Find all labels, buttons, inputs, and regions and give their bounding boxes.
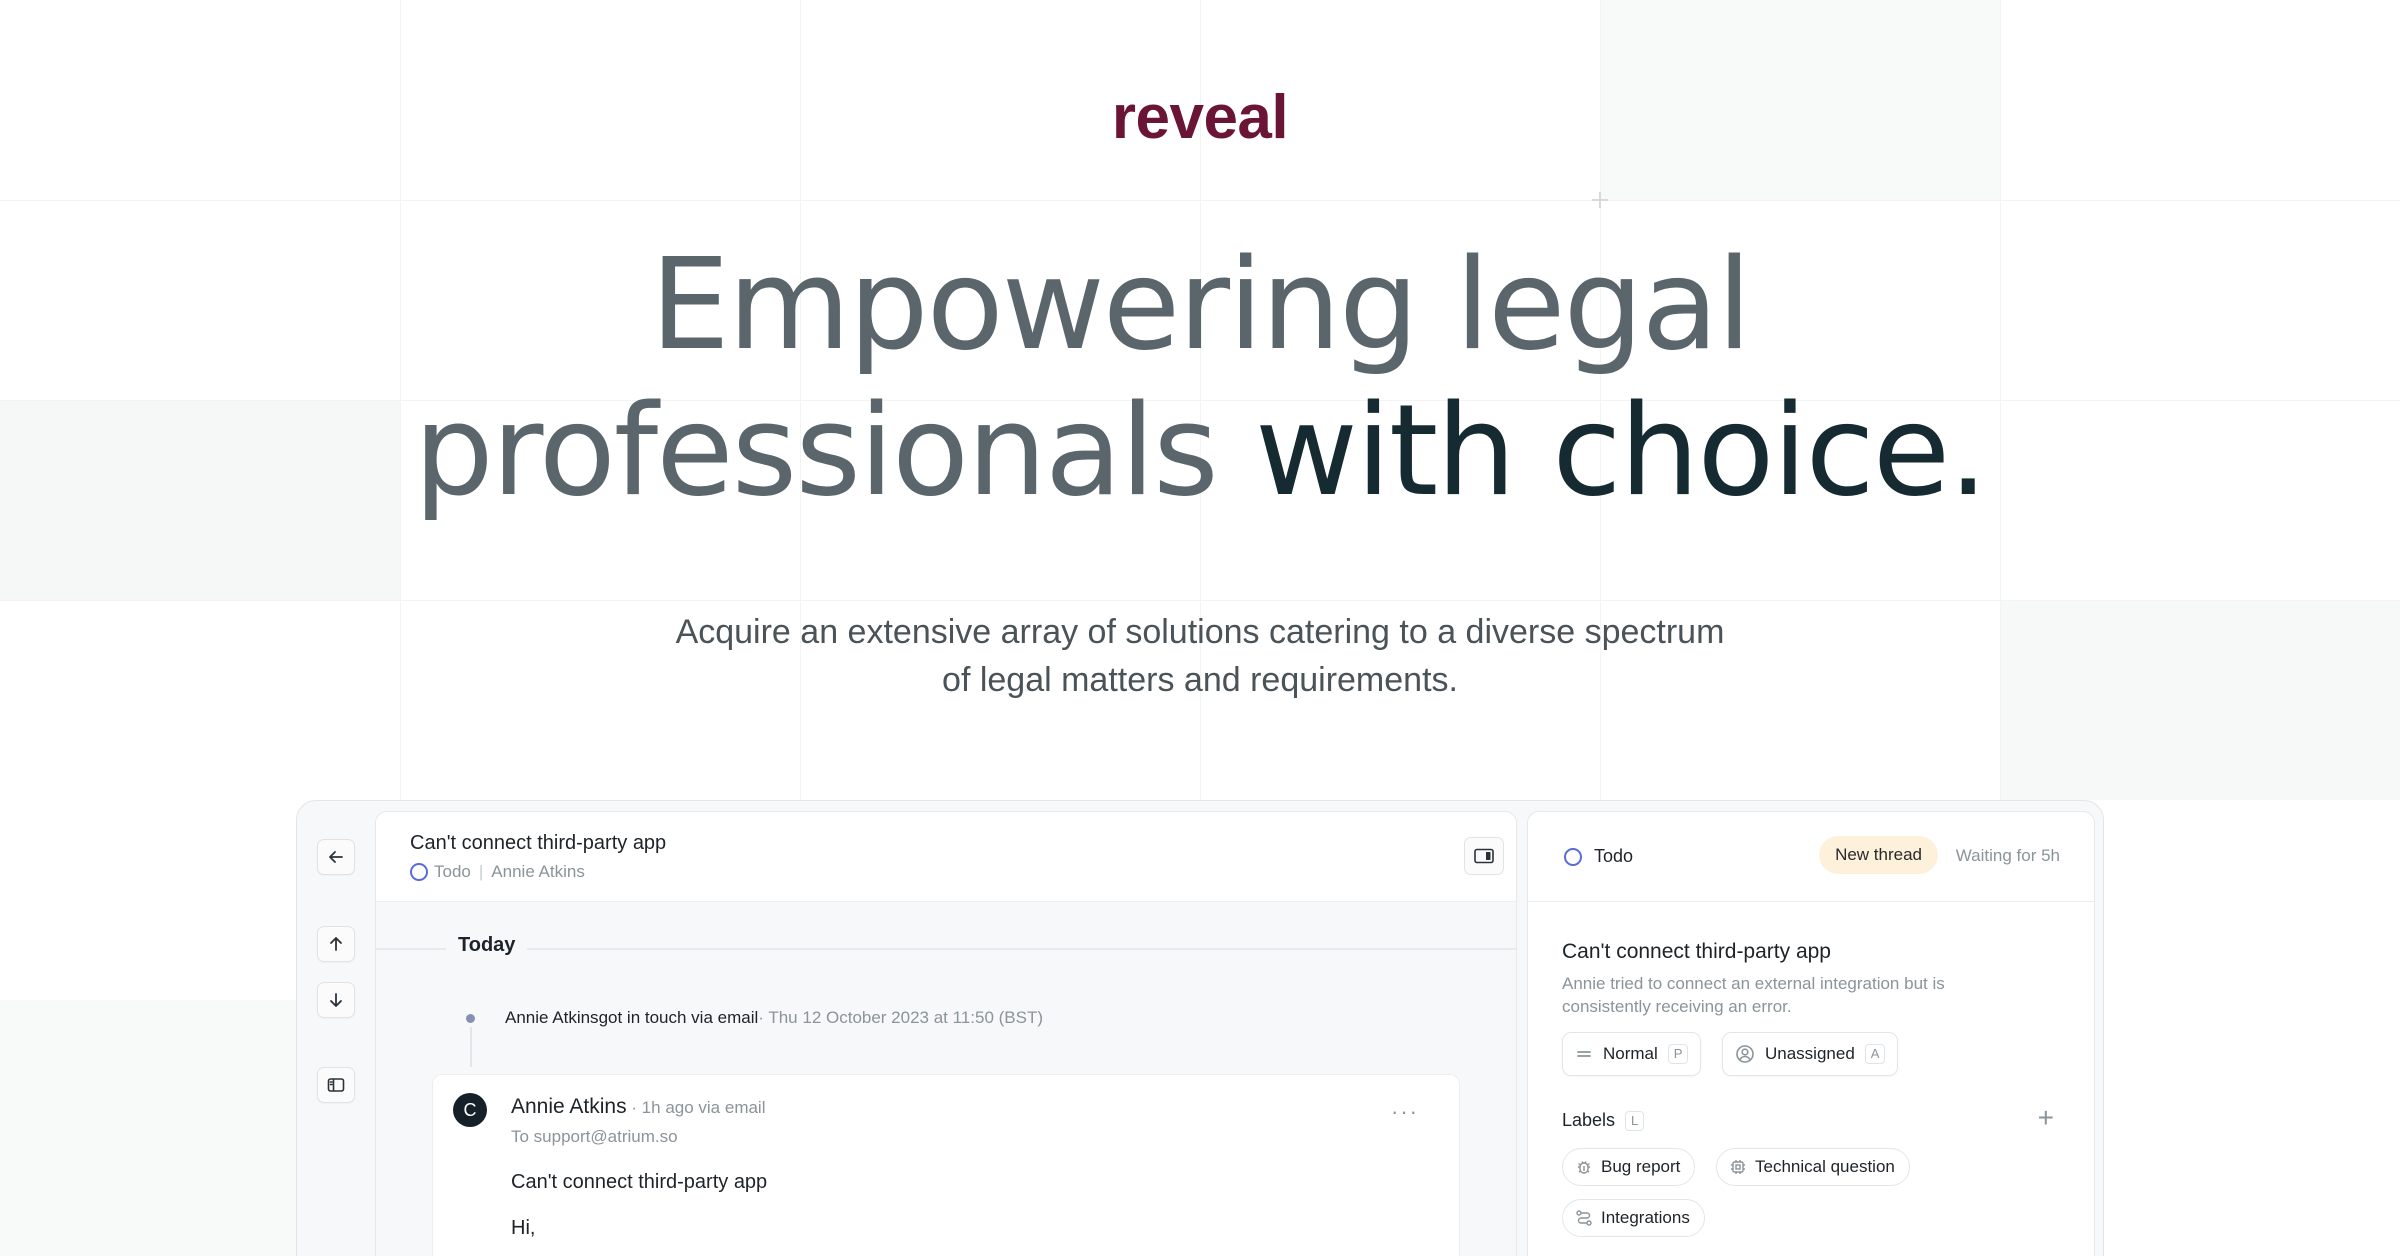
timeline-event: Annie Atkins got in touch via email · Th… [466, 1008, 1043, 1028]
priority-shortcut: P [1667, 1044, 1689, 1064]
headline-line-1: Empowering legal [650, 231, 1751, 378]
arrow-down-icon [330, 993, 342, 1007]
event-actor[interactable]: Annie Atkins [505, 1008, 599, 1028]
event-timestamp: · Thu 12 October 2023 at 11:50 (BST) [758, 1008, 1044, 1027]
message-sender: Annie Atkins · 1h ago via email [511, 1095, 765, 1119]
avatar: C [453, 1093, 487, 1127]
previous-thread-button[interactable] [317, 926, 355, 962]
message-recipient: To support@atrium.so [511, 1127, 678, 1146]
label-tag-bug-report[interactable]: Bug report [1562, 1148, 1696, 1186]
brand-logo[interactable]: reveal [0, 82, 2400, 153]
thread-panel: Can't connect third-party app Todo | Ann… [375, 811, 1517, 1256]
hero-headline: Empowering legal professionals with choi… [0, 232, 2400, 524]
thread-status[interactable]: Todo [434, 862, 471, 882]
subhead-line-2: of legal matters and requirements. [942, 661, 1458, 699]
assignee-selector[interactable]: Unassigned A [1722, 1032, 1899, 1076]
details-header: Todo New thread Waiting for 5h [1528, 812, 2094, 902]
add-label-icon[interactable]: + [2038, 1104, 2054, 1132]
waiting-time: Waiting for 5h [1955, 846, 2060, 865]
details-panel: Todo New thread Waiting for 5h Can't con… [1527, 811, 2095, 1256]
hero-subheading: Acquire an extensive array of solutions … [0, 608, 2400, 704]
status-selector[interactable]: Todo [1564, 846, 1633, 867]
label-tag-text: Integrations [1601, 1208, 1690, 1227]
toggle-details-button[interactable] [1464, 837, 1504, 875]
todo-status-icon [410, 863, 428, 881]
sidebar-icon [327, 1078, 345, 1092]
arrow-left-icon [329, 851, 343, 863]
headline-emphasis: with choice. [1254, 377, 1988, 524]
priority-label: Normal [1603, 1044, 1658, 1063]
next-thread-button[interactable] [317, 982, 355, 1018]
subhead-line-1: Acquire an extensive array of solutions … [675, 613, 1725, 651]
message-subject: Can't connect third-party app [511, 1171, 768, 1193]
thread-meta: Todo | Annie Atkins [410, 862, 585, 882]
label-tag-technical-question[interactable]: Technical question [1716, 1148, 1910, 1186]
priority-selector[interactable]: Normal P [1562, 1032, 1702, 1076]
day-divider: Today [376, 934, 1516, 960]
details-description: Annie tried to connect an external integ… [1562, 974, 1945, 1016]
meta-separator: | [478, 862, 484, 881]
toggle-sidebar-button[interactable] [317, 1067, 355, 1103]
headline-line-2: professionals [413, 377, 1255, 524]
details-title: Can't connect third-party app [1562, 940, 1831, 963]
event-action: got in touch via email [598, 1008, 759, 1027]
labels-heading: Labels [1562, 1110, 1616, 1130]
label-tag-text: Bug report [1601, 1157, 1681, 1176]
app-preview: Can't connect third-party app Todo | Ann… [296, 800, 2104, 1256]
bug-icon [1578, 1161, 1590, 1174]
status-label: Todo [1594, 846, 1634, 866]
back-button[interactable] [317, 839, 355, 875]
thread-assignee[interactable]: Annie Atkins [491, 862, 585, 882]
assignee-shortcut: A [1864, 1044, 1886, 1064]
timeline-connector [470, 1027, 472, 1067]
status-badge: New thread [1819, 836, 1938, 874]
user-circle-icon [1736, 1045, 1754, 1063]
message-meta: · 1h ago via email [626, 1098, 766, 1117]
event-dot-icon [466, 1013, 475, 1023]
priority-equal-icon [1577, 1051, 1591, 1057]
day-label: Today [446, 934, 528, 957]
arrow-up-icon [330, 937, 342, 951]
panel-right-icon [1474, 848, 1494, 864]
left-rail [297, 801, 375, 1256]
thread-title: Can't connect third-party app [410, 832, 667, 854]
labels-shortcut: L [1625, 1110, 1645, 1131]
thread-header: Can't connect third-party app Todo | Ann… [376, 812, 1516, 902]
todo-status-icon [1564, 847, 1582, 866]
label-tag-integrations[interactable]: Integrations [1562, 1199, 1705, 1237]
email-message: C Annie Atkins · 1h ago via email To sup… [432, 1074, 1460, 1256]
assignee-label: Unassigned [1765, 1044, 1855, 1063]
sender-name[interactable]: Annie Atkins [511, 1095, 627, 1118]
message-body: Hi, [511, 1217, 536, 1239]
labels-heading-row: Labels L [1562, 1110, 1645, 1131]
more-options-icon[interactable]: ··· [1391, 1099, 1419, 1125]
cpu-icon [1731, 1160, 1745, 1174]
integration-route-icon [1576, 1210, 1592, 1226]
label-tag-text: Technical question [1755, 1157, 1895, 1176]
